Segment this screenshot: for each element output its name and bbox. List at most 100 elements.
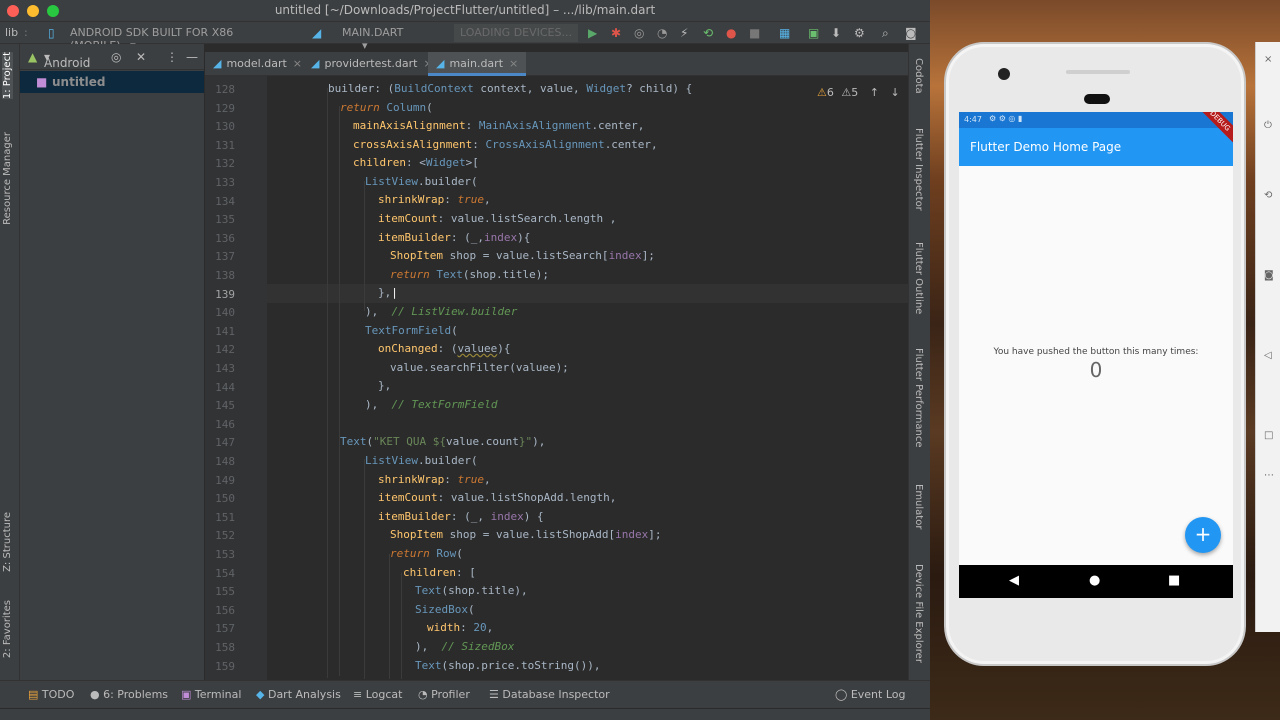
back-icon[interactable]: ◁ (1264, 350, 1272, 361)
code-line-137: ShopItem shop = value.listSearch[index]; (390, 249, 655, 262)
line-number: 129 (215, 101, 235, 115)
code-line-144: }, (378, 379, 392, 392)
debug-icon[interactable]: ✱ (611, 26, 621, 40)
sdk-manager-icon[interactable]: ⬇ (831, 26, 841, 40)
indent-guide (364, 181, 365, 311)
sensor (1084, 94, 1110, 104)
camera-icon[interactable]: ◙ (1264, 270, 1274, 281)
attach-debugger-icon[interactable]: ● (726, 26, 736, 40)
hide-panel-icon[interactable]: — (186, 50, 198, 64)
recents-icon[interactable]: ■ (1168, 573, 1180, 588)
tree-item-label: untitled (52, 75, 106, 89)
code-line-149: shrinkWrap: true, (378, 473, 491, 486)
search-icon[interactable]: ⌕ (882, 26, 889, 41)
tool-tab-flutter-outline[interactable]: Flutter Outline (913, 242, 924, 314)
terminal-icon[interactable]: ▣ (808, 26, 819, 40)
code-line-130: mainAxisAlignment: MainAxisAlignment.cen… (353, 119, 645, 132)
code-line-132: children: <Widget>[ (353, 156, 479, 169)
collapse-icon[interactable]: ✕ (136, 50, 146, 64)
coverage-icon[interactable]: ◎ (634, 26, 644, 40)
dart-file-icon: ◢ (213, 57, 222, 70)
tool-profiler[interactable]: ◔ Profiler (418, 688, 470, 701)
project-view-selector[interactable]: Android ▾ (44, 50, 90, 70)
close-icon[interactable]: × (509, 57, 518, 70)
rotate-icon[interactable]: ⟲ (1264, 190, 1272, 201)
tool-tab-resource-manager[interactable]: Resource Manager (2, 132, 13, 225)
chevron-up-icon[interactable]: ↑ (870, 86, 879, 99)
indent-guide (389, 554, 390, 679)
locate-icon[interactable]: ◎ (111, 50, 121, 64)
layout-icon[interactable]: ▦ (779, 26, 790, 40)
line-number: 155 (215, 585, 235, 599)
tool-logcat[interactable]: ≡ Logcat (353, 688, 402, 701)
overview-icon[interactable]: □ (1264, 430, 1273, 441)
tool-dart-analysis[interactable]: ◆ Dart Analysis (256, 688, 341, 701)
tool-tab-project[interactable]: 1: Project (2, 52, 13, 100)
inspection-widget[interactable]: ⚠6 ⚠5 ↑ ↓ (817, 86, 900, 99)
line-number: 128 (215, 83, 235, 96)
power-icon[interactable]: ⏻ (1264, 120, 1272, 131)
tab-label: main.dart (449, 57, 504, 70)
code-line-133: ListView.builder( (365, 175, 478, 188)
tool-event-log[interactable]: ◯ Event Log (835, 688, 905, 701)
chevron-down-icon[interactable]: ↓ (890, 86, 899, 99)
code-line-156: SizedBox( (415, 603, 475, 616)
line-number: 156 (215, 603, 235, 617)
options-icon[interactable]: ⋮ (166, 50, 178, 64)
device-selector[interactable]: LOADING DEVICES... (454, 24, 578, 42)
code-editor[interactable]: builder: (BuildContext context, value, W… (267, 76, 908, 680)
device-config-combo[interactable]: ANDROID SDK BUILT FOR X86 (MOBILE) ▾ (64, 24, 290, 52)
close-icon[interactable]: × (1264, 54, 1272, 65)
breadcrumb[interactable]: lib (5, 26, 18, 39)
tool-tab-flutter-performance[interactable]: Flutter Performance (913, 348, 924, 448)
android-icon: ▲ (28, 50, 38, 64)
indent-guide (327, 88, 328, 678)
tab-model-dart[interactable]: ◢ model.dart × (213, 52, 302, 76)
code-line-147: Text("KET QUA ${value.count}"), (340, 435, 546, 448)
avd-manager-icon[interactable]: ⚙ (854, 26, 865, 40)
tab-providertest-dart[interactable]: ◢providertest.dart× (311, 52, 433, 76)
code-line-129: return Column( (340, 101, 433, 114)
tool-terminal[interactable]: ▣ Terminal (181, 688, 241, 701)
tool-tab-codota[interactable]: Codota (913, 58, 924, 94)
line-number: 141 (215, 324, 235, 338)
ide-window: untitled [~/Downloads/ProjectFlutter/unt… (0, 0, 930, 720)
android-nav-bar: ◀ ● ■ (959, 565, 1233, 598)
close-icon[interactable]: × (293, 57, 302, 70)
run-config-combo[interactable]: MAIN.DART ▾ (336, 24, 436, 52)
more-icon[interactable]: ⋯ (1264, 470, 1274, 481)
tool-tab-flutter-inspector[interactable]: Flutter Inspector (913, 128, 924, 211)
terminal-icon: ▣ (181, 688, 192, 701)
tool-tab-emulator[interactable]: Emulator (913, 484, 924, 529)
tree-item-root[interactable]: ■ untitled (20, 71, 204, 93)
tool-problems[interactable]: ● 6: Problems (90, 688, 168, 701)
tab-main-dart[interactable]: ◢ main.dart × (428, 52, 527, 76)
line-number: 130 (215, 120, 235, 134)
tool-database-inspector[interactable]: ☰ Database Inspector (489, 688, 610, 701)
tool-label: Terminal (194, 688, 242, 701)
hot-reload-icon[interactable]: ⚡ (680, 26, 688, 40)
line-number: 139 (215, 287, 235, 301)
increment-fab[interactable]: + (1185, 517, 1221, 553)
tool-todo[interactable]: ▤ TODO (28, 688, 74, 701)
line-gutter: 128 129 130 131 132 133 134 135 136 137 138 139 140 1… (205, 76, 267, 680)
emulator-screen[interactable]: 4:47 ⚙ ⚙ ◎ ▮ ▮ Flutter Demo Home Page DE… (959, 112, 1233, 598)
back-icon[interactable]: ◀ (1009, 573, 1019, 588)
code-line-139: },| (378, 286, 398, 299)
run-icon[interactable]: ▶ (588, 26, 597, 40)
line-number: 146 (215, 417, 235, 431)
main-toolbar: lib : ▯ ANDROID SDK BUILT FOR X86 (MOBIL… (0, 22, 930, 52)
code-line-158: ), // SizedBox (415, 640, 515, 653)
chevron-down-icon: ▾ (362, 39, 368, 52)
hot-restart-icon[interactable]: ⟲ (703, 26, 713, 40)
line-number: 133 (215, 176, 235, 189)
tool-tab-structure[interactable]: Z: Structure (2, 512, 13, 572)
stop-icon[interactable]: ■ (749, 26, 760, 40)
code-line-145: ), // TextFormField (365, 398, 498, 411)
profile-icon[interactable]: ◔ (657, 26, 667, 40)
line-number: 140 (215, 306, 235, 320)
avatar[interactable]: ◙ (905, 26, 917, 40)
tool-tab-device-file-explorer[interactable]: Device File Explorer (913, 564, 924, 663)
tool-tab-favorites[interactable]: 2: Favorites (2, 600, 13, 658)
home-icon[interactable]: ● (1089, 573, 1100, 588)
